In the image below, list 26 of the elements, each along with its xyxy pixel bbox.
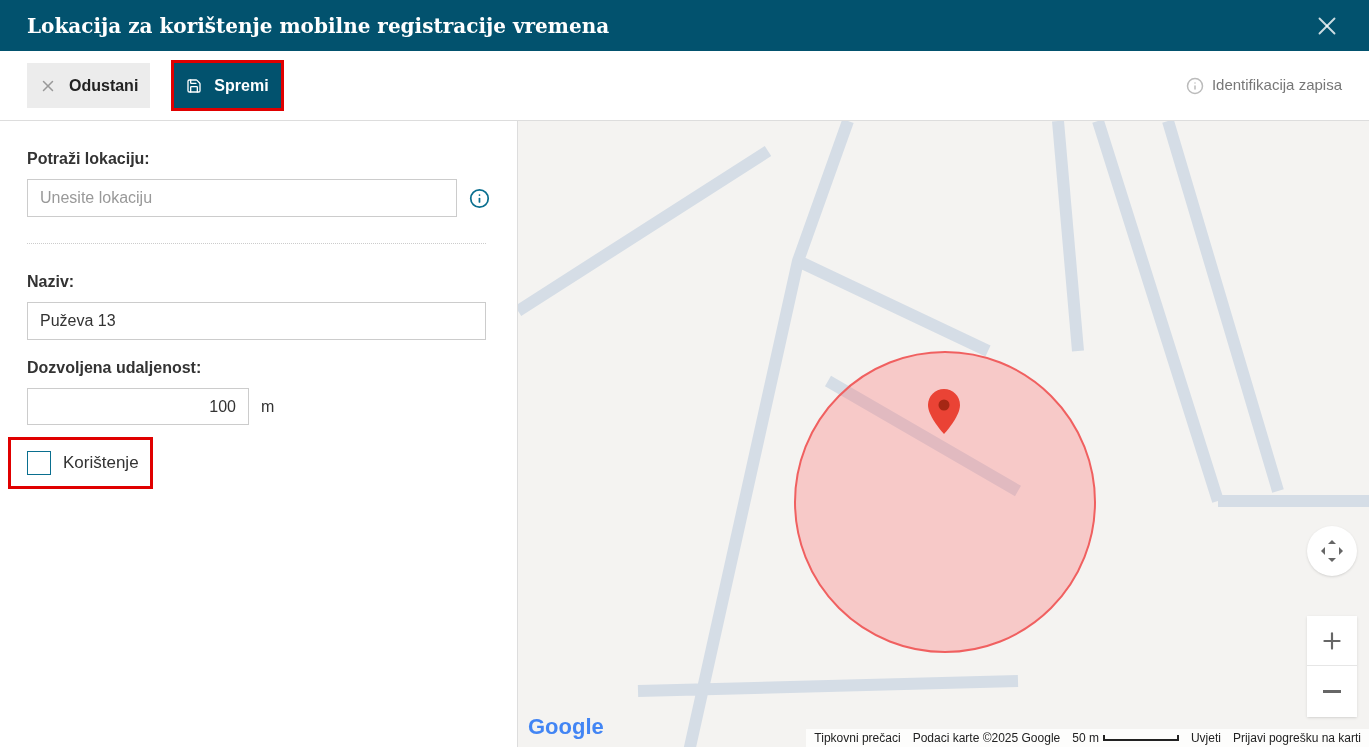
checkbox[interactable]	[27, 451, 51, 475]
distance-field[interactable]: 100	[27, 388, 249, 425]
map-pin-icon	[928, 389, 960, 434]
field-label: Dozvoljena udaljenost:	[27, 358, 203, 378]
google-logo: Google	[528, 713, 604, 741]
save-icon	[186, 77, 203, 94]
expand-arrows-icon	[1319, 538, 1345, 564]
record-id-link[interactable]: Identifikacija zapisa	[1185, 74, 1342, 97]
field-label: Potraži lokaciju:	[27, 149, 151, 169]
window-title: Lokacija za korištenje mobilne registracije vremena	[27, 12, 610, 40]
search-field[interactable]: Unesite lokaciju	[27, 179, 458, 217]
name-field[interactable]: Puževa 13	[27, 302, 486, 340]
info-icon	[1185, 76, 1204, 95]
unit-label: m	[261, 396, 275, 417]
save-button[interactable]: Spremi	[174, 63, 281, 108]
map-link[interactable]: Uvjeti	[1190, 729, 1221, 747]
minus-icon	[1323, 689, 1341, 693]
cancel-button[interactable]: Odustani	[27, 63, 151, 108]
map-attribution: Podaci karte ©2025 Google	[912, 730, 1061, 747]
map-link[interactable]: Tipkovni prečaci	[814, 729, 901, 747]
map-link[interactable]: Prijavi pogrešku na karti	[1232, 729, 1361, 747]
scale-label: 50 m	[1072, 730, 1099, 747]
info-icon[interactable]	[469, 187, 490, 209]
checkbox-label: Korištenje	[63, 452, 139, 475]
map-placeholder[interactable]: Google Tipkovni prečaci Podaci karte ©2025 Google 50 m Uvjeti Prijavi pogrešku na karti	[518, 121, 1369, 747]
field-label: Naziv:	[27, 272, 76, 292]
